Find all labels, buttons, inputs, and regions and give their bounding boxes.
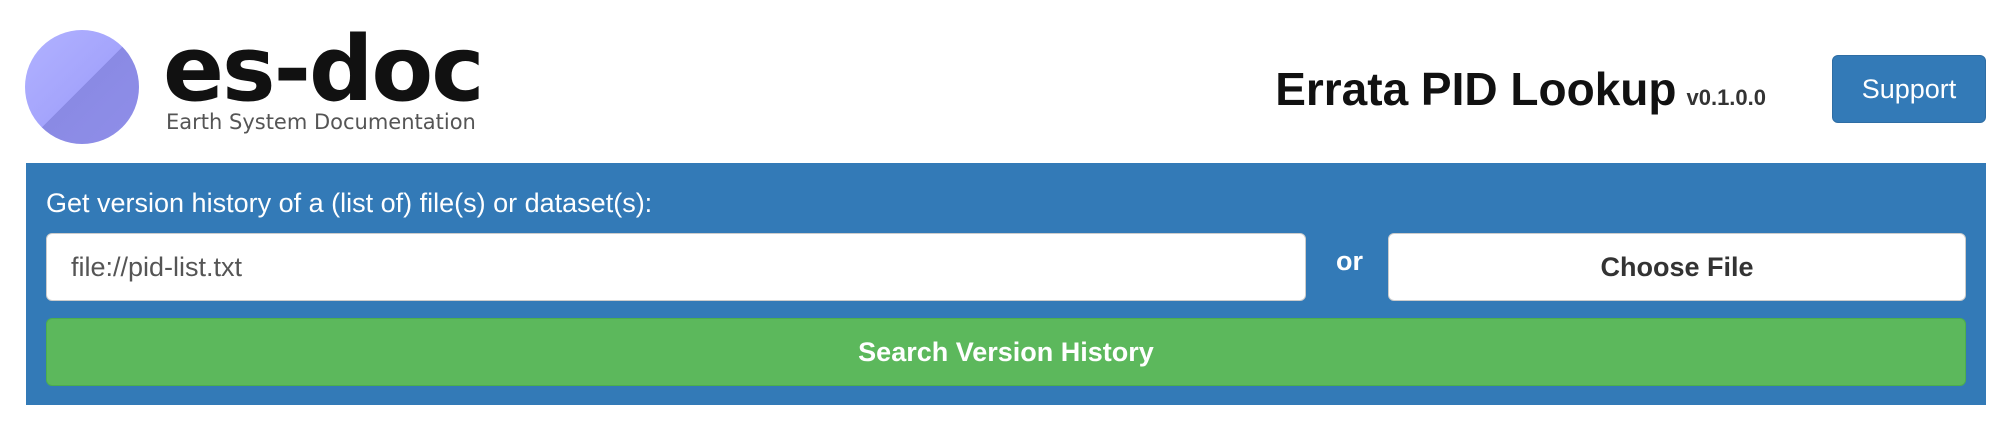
app-title: Errata PID Lookup v0.1.0.0 [1275,62,1766,125]
es-doc-logo-icon [25,30,139,144]
or-label: or [1336,246,1363,276]
search-panel-label: Get version history of a (list of) file(… [46,188,653,218]
app-title-text: Errata PID Lookup [1275,63,1677,115]
search-version-history-button[interactable]: Search Version History [46,318,1966,386]
choose-file-button[interactable]: Choose File [1388,233,1966,301]
support-button[interactable]: Support [1832,55,1986,123]
app-version: v0.1.0.0 [1686,85,1766,110]
logo-text: es-doc [163,17,485,122]
search-panel: Get version history of a (list of) file(… [26,163,1986,405]
page-header: es-doc Earth System Documentation Errata… [0,0,2006,162]
logo-subtitle: Earth System Documentation [166,110,476,134]
pid-input[interactable] [46,233,1306,301]
